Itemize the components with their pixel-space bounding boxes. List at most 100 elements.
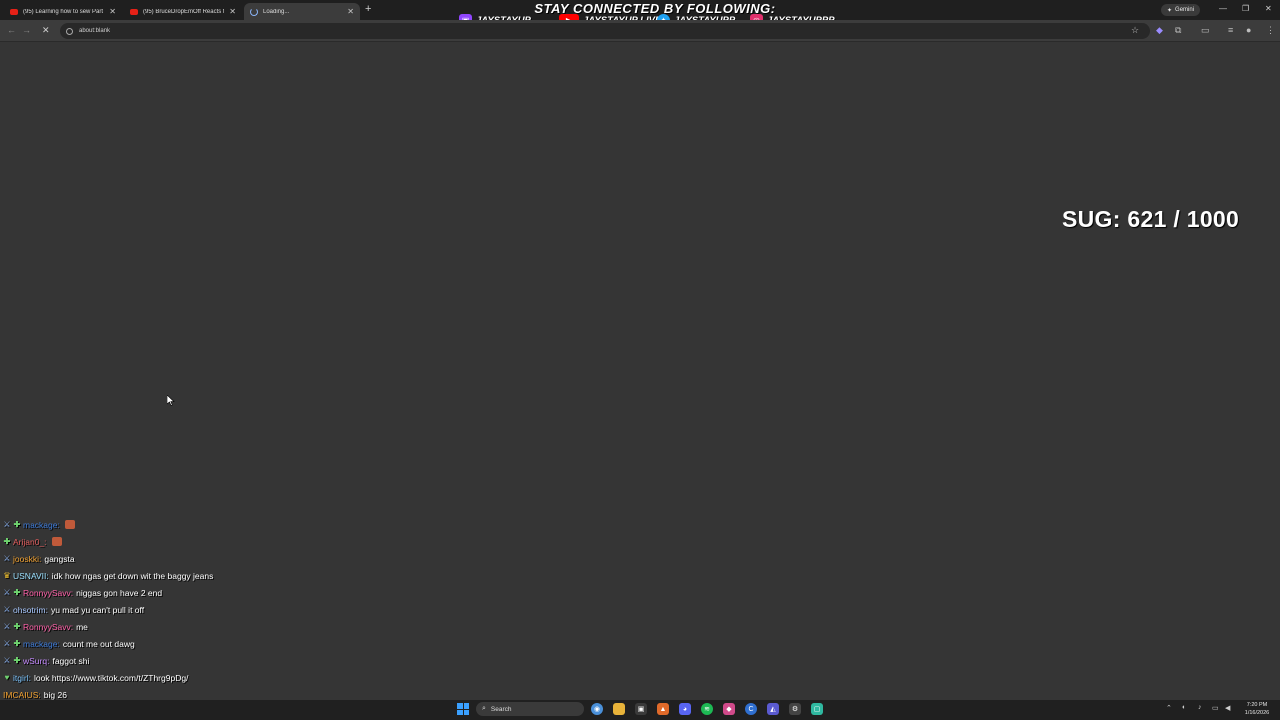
tab-title: (95) BruceDropEmOff Reacts to <box>143 8 225 15</box>
plus-badge-icon: ✚ <box>13 588 21 597</box>
sword-icon: ⚔ <box>3 588 11 597</box>
chevron-up-icon[interactable]: ⌃ <box>1166 704 1172 712</box>
app-icon[interactable]: C <box>745 703 757 715</box>
chat-message: ⚔ ✚ RonnyySavv: me <box>3 618 423 635</box>
media-icon[interactable]: ≡ <box>1228 25 1233 35</box>
minimize-icon[interactable]: — <box>1219 4 1227 13</box>
chat-message: ⚔ jooskki: gangsta <box>3 550 423 567</box>
tab-title: Loading... <box>263 8 290 15</box>
plus-badge-icon: ✚ <box>13 639 21 648</box>
search-icon: ⌕ <box>482 705 486 712</box>
browser-tab-active[interactable]: Loading... ✕ <box>244 3 360 20</box>
clock-date: 1/16/2026 <box>1244 710 1270 716</box>
window-close-icon[interactable]: ✕ <box>1265 4 1272 13</box>
taskbar-search[interactable]: ⌕ Search <box>476 702 584 716</box>
chat-username: Arijan0_: <box>13 536 47 547</box>
chat-text: faggot shi <box>52 655 90 666</box>
chat-username: ohsotrim: <box>13 604 48 615</box>
chat-username: IMCAIUS: <box>3 689 41 700</box>
youtube-icon <box>10 8 18 15</box>
sword-icon: ⚔ <box>3 639 11 648</box>
sug-label: SUG: <box>1062 206 1121 232</box>
plus-badge-icon: ✚ <box>13 656 21 665</box>
split-view-icon[interactable]: ▭ <box>1201 25 1210 36</box>
chat-message: ✚ Arijan0_: <box>3 533 423 550</box>
chat-emote-icon <box>64 520 75 529</box>
chat-username: itgirl: <box>13 672 31 683</box>
chat-text: idk how ngas get down wit the baggy jean… <box>51 570 214 581</box>
chat-username: wSurq: <box>23 655 50 666</box>
app-icon[interactable]: ▲ <box>657 703 669 715</box>
youtube-icon <box>130 8 138 15</box>
close-icon[interactable]: ✕ <box>347 7 354 16</box>
stop-icon[interactable]: ✕ <box>42 25 50 36</box>
chat-message: ♥ itgirl: look https://www.tiktok.com/t/ZT… <box>3 669 423 686</box>
chat-username: mackage: <box>23 519 60 530</box>
chrome-icon[interactable]: ◉ <box>591 703 603 715</box>
new-tab-icon[interactable]: + <box>365 3 371 15</box>
chat-message: ♛ USNAVII: idk how ngas get down wit the b… <box>3 567 423 584</box>
back-icon[interactable]: ← <box>7 25 16 35</box>
address-url: about:blank <box>79 28 111 34</box>
start-button[interactable] <box>457 703 469 715</box>
puzzle-icon[interactable]: ⧉ <box>1175 25 1181 36</box>
chat-text: look https://www.tiktok.com/t/ZThrg9pDg/ <box>33 672 189 683</box>
chat-message: ⚔ ✚ mackage: count me out dawg <box>3 635 423 652</box>
app-icon[interactable]: ▢ <box>811 703 823 715</box>
chat-username: RonnyySavv: <box>23 587 74 598</box>
tab-title: (95) Learning how to sew Part 1 <box>23 8 105 15</box>
clock-time: 7:20 PM <box>1246 702 1268 708</box>
restore-icon[interactable]: ❐ <box>1242 4 1249 13</box>
chat-message: ⚔ ✚ RonnyySavv: niggas gon have 2 end <box>3 584 423 601</box>
app-icon[interactable]: ◆ <box>723 703 735 715</box>
mic-icon[interactable]: ♪ <box>1198 704 1202 711</box>
chat-text: big 26 <box>43 689 67 700</box>
crown-icon: ♛ <box>3 571 11 580</box>
app-icon[interactable]: ⚙ <box>789 703 801 715</box>
forward-icon[interactable]: → <box>22 25 31 35</box>
sword-icon: ⚔ <box>3 520 11 529</box>
close-icon[interactable]: ✕ <box>109 7 116 16</box>
profile-icon[interactable]: ● <box>1246 25 1251 35</box>
network-icon[interactable]: ▭ <box>1212 704 1219 712</box>
volume-icon[interactable]: ◀ <box>1225 704 1230 712</box>
browser-tab[interactable]: (95) Learning how to sew Part 1 ✕ <box>4 3 122 20</box>
chat-message: ⚔ ✚ wSurq: faggot shi <box>3 652 423 669</box>
extension-icon[interactable]: ◆ <box>1156 25 1163 36</box>
system-clock[interactable]: 7:20 PM 1/16/2026 <box>1238 701 1276 717</box>
address-bar[interactable]: about:blank <box>60 23 1150 39</box>
taskbar: ⌕ Search ◉ ▣ ▲ ◕ ≋ ◆ C ◭ ⚙ ▢ ⌃ ◐ ♪ ▭ ◀ 7… <box>0 700 1280 720</box>
gemini-button[interactable]: ✦ Gemini <box>1161 4 1201 16</box>
mouse-cursor-icon <box>166 393 175 411</box>
app-icon[interactable]: ▣ <box>635 703 647 715</box>
sword-icon: ⚔ <box>3 605 11 614</box>
sparkle-icon: ✦ <box>1167 7 1173 14</box>
discord-icon[interactable]: ◕ <box>679 703 691 715</box>
chat-message: ⚔ ✚ mackage: <box>3 516 423 533</box>
menu-icon[interactable]: ⋮ <box>1266 25 1275 36</box>
chat-overlay: ⚔ ✚ mackage: ✚ Arijan0_: ⚔ jooskki: gangsta ♛ USN… <box>3 516 423 720</box>
close-icon[interactable]: ✕ <box>229 7 236 16</box>
chat-username: USNAVII: <box>13 570 49 581</box>
app-icon[interactable]: ◭ <box>767 703 779 715</box>
heart-badge-icon: ♥ <box>4 673 10 682</box>
plus-badge-icon: ✚ <box>3 537 11 546</box>
plus-badge-icon: ✚ <box>13 622 21 631</box>
chat-username: RonnyySavv: <box>23 621 74 632</box>
tray-icon[interactable]: ◐ <box>1182 704 1186 711</box>
bookmark-star-icon[interactable]: ☆ <box>1131 25 1139 36</box>
gemini-label: Gemini <box>1175 7 1195 13</box>
chat-emote-icon <box>51 537 62 546</box>
chat-text: niggas gon have 2 end <box>76 587 163 598</box>
loading-spinner-icon <box>250 7 258 16</box>
sword-icon: ⚔ <box>3 622 11 631</box>
spotify-icon[interactable]: ≋ <box>701 703 713 715</box>
browser-tab[interactable]: (95) BruceDropEmOff Reacts to ✕ <box>124 3 242 20</box>
sug-counter: SUG: 621 / 1000 <box>1062 206 1239 233</box>
file-explorer-icon[interactable] <box>613 703 625 715</box>
sword-icon: ⚔ <box>3 656 11 665</box>
info-icon[interactable] <box>66 27 73 35</box>
chat-message: ⚔ ohsotrim: yu mad yu can't pull it off <box>3 601 423 618</box>
plus-badge-icon: ✚ <box>13 520 21 529</box>
chat-text: yu mad yu can't pull it off <box>50 604 145 615</box>
